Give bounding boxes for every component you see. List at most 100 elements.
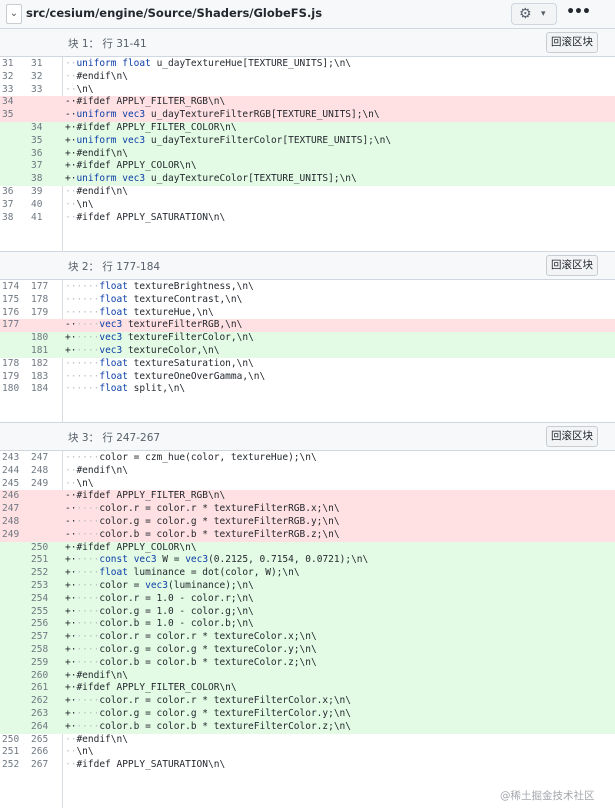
chevron-down-icon: ⌄	[9, 8, 19, 19]
old-line-number: 36	[2, 186, 14, 197]
old-line-number: 175	[2, 293, 20, 305]
deleted-line: 247 -·····color.r = color.r * textureFilt…	[0, 503, 615, 516]
settings-dropdown-button[interactable]: ⚙ ▾	[511, 3, 557, 25]
context-line: 38 41 ··#ifdef APPLY_SATURATION\n\	[0, 212, 615, 225]
new-line-number: 261	[31, 682, 49, 694]
diff-marker: -·	[65, 109, 77, 121]
new-line-number: 251	[31, 554, 49, 566]
hunk-header: 块 3： 行 247-267 回滚区块	[0, 423, 615, 451]
diff-marker: +·	[65, 682, 77, 694]
new-line-number: 250	[31, 541, 49, 553]
code-text: +·····float luminance = dot(color, W);\n…	[65, 567, 300, 579]
code-text: ······float split,\n\	[65, 383, 186, 395]
added-line: 38 +·uniform vec3 u_dayTextureColor[TEXTU…	[0, 173, 615, 186]
deleted-line: 177 -·····vec3 textureFilterRGB,\n\	[0, 319, 615, 333]
diff-marker: ··	[65, 357, 77, 369]
new-line-number: 41	[31, 211, 43, 223]
added-line: 263 +·····color.g = color.g * textureFilt…	[0, 708, 615, 721]
diff-marker: +·	[65, 656, 77, 668]
new-line-number: 39	[31, 186, 43, 197]
code-text: -·····color.b = color.b * textureFilterR…	[65, 528, 340, 540]
collapse-file-button[interactable]: ⌄	[6, 4, 22, 24]
added-line: 255 +·····color.g = 1.0 - color.g;\n\	[0, 605, 615, 619]
more-options-button[interactable]: •••	[566, 3, 591, 23]
code-text: ··#ifdef APPLY_SATURATION\n\	[65, 211, 226, 223]
code-text: ··\n\	[65, 83, 94, 95]
new-line-number: 256	[31, 618, 49, 630]
new-line-number: 177	[31, 281, 49, 292]
new-line-number: 40	[31, 198, 43, 210]
new-line-number: 178	[31, 293, 49, 305]
new-line-number: 184	[31, 383, 49, 395]
diff-marker: ··	[65, 746, 77, 758]
diff-marker: -·	[65, 490, 77, 502]
code-text: +·#endif\n\	[65, 669, 128, 681]
revert-hunk-button[interactable]: 回滚区块	[546, 255, 598, 276]
diff-marker: +·	[65, 631, 77, 643]
new-line-number: 247	[31, 452, 49, 463]
diff-marker: +·	[65, 669, 77, 681]
context-line: 174 177 ······float textureBrightness,\n\	[0, 281, 615, 294]
diff-marker: +·	[65, 644, 77, 655]
context-line: 244 248 ··#endif\n\	[0, 465, 615, 478]
context-line: 36 39 ··#endif\n\	[0, 186, 615, 199]
diff-marker: +·	[65, 567, 77, 579]
new-line-number: 248	[31, 464, 49, 476]
added-line: 256 +·····color.b = 1.0 - color.b;\n\	[0, 618, 615, 632]
code-text: ······float textureHue,\n\	[65, 306, 214, 318]
code-text: -·····color.r = color.r * textureFilterR…	[65, 503, 340, 515]
code-text: +·uniform vec3 u_dayTextureColor[TEXTURE…	[65, 173, 357, 185]
deleted-line: 35 -·uniform vec3 u_dayTextureFilterRGB[T…	[0, 109, 615, 122]
code-text: +·····color.r = color.r * textureFilterC…	[65, 695, 352, 707]
watermark: @稀土掘金技术社区	[500, 790, 595, 802]
revert-hunk-button[interactable]: 回滚区块	[546, 32, 598, 53]
code-text: +·····color.r = color.r * textureColor.x…	[65, 631, 317, 643]
context-line: 31 31 ··uniform float u_dayTextureHue[TEXT…	[0, 58, 615, 71]
new-line-number: 253	[31, 580, 49, 591]
revert-hunk-button[interactable]: 回滚区块	[546, 426, 598, 447]
diff-marker: +·	[65, 618, 77, 630]
file-path[interactable]: src/cesium/engine/Source/Shaders/GlobeFS…	[26, 6, 322, 20]
diff-marker: +·	[65, 345, 77, 356]
added-line: 35 +·uniform vec3 u_dayTextureFilterColor…	[0, 134, 615, 148]
new-line-number: 33	[31, 83, 43, 95]
context-line: 175 178 ······float textureContrast,\n\	[0, 294, 615, 307]
diff-marker: +·	[65, 147, 77, 159]
code-text: -·#ifdef APPLY_FILTER_RGB\n\	[65, 490, 226, 502]
code-text: +·····color = vec3(luminance);\n\	[65, 580, 254, 591]
added-line: 260 +·#endif\n\	[0, 669, 615, 683]
code-text: +·#endif\n\	[65, 147, 128, 159]
diff-marker: ··	[65, 281, 77, 292]
context-line: 245 249 ··\n\	[0, 478, 615, 491]
code-text: -·····vec3 textureFilterRGB,\n\	[65, 319, 243, 331]
old-line-number: 246	[2, 490, 20, 502]
code-text: +·····color.g = color.g * textureFilterC…	[65, 708, 352, 719]
new-line-number: 255	[31, 605, 49, 617]
context-line: 180 184 ······float split,\n\	[0, 383, 615, 396]
code-text: -·uniform vec3 u_dayTextureFilterRGB[TEX…	[65, 109, 380, 121]
diff-marker: +·	[65, 580, 77, 591]
code-text: +·····vec3 textureColor,\n\	[65, 345, 220, 356]
code-text: ··#endif\n\	[65, 70, 128, 82]
diff-marker: -·	[65, 319, 77, 331]
code-text: +·#ifdef APPLY_FILTER_COLOR\n\	[65, 122, 237, 133]
old-line-number: 245	[2, 477, 20, 489]
code-text: +·#ifdef APPLY_FILTER_COLOR\n\	[65, 682, 237, 694]
code-text: ··\n\	[65, 746, 94, 758]
diff-marker: +·	[65, 605, 77, 617]
deleted-line: 249 -·····color.b = color.b * textureFilt…	[0, 528, 615, 542]
file-header: ⌄ src/cesium/engine/Source/Shaders/Globe…	[0, 0, 615, 29]
old-line-number: 179	[2, 370, 20, 382]
gear-icon: ⚙	[519, 6, 532, 22]
code-text: ··uniform float u_dayTextureHue[TEXTURE_…	[65, 58, 352, 69]
code-text: ······float textureOneOverGamma,\n\	[65, 370, 266, 382]
diff-marker: ··	[65, 58, 77, 69]
diff-marker: +·	[65, 541, 77, 553]
new-line-number: 181	[31, 345, 49, 356]
old-line-number: 180	[2, 383, 20, 395]
added-line: 259 +·····color.b = color.b * textureColo…	[0, 656, 615, 670]
code-text: ··#endif\n\	[65, 733, 128, 745]
code-text: +·uniform vec3 u_dayTextureFilterColor[T…	[65, 134, 392, 146]
new-line-number: 252	[31, 567, 49, 579]
code-text: ··#endif\n\	[65, 464, 128, 476]
